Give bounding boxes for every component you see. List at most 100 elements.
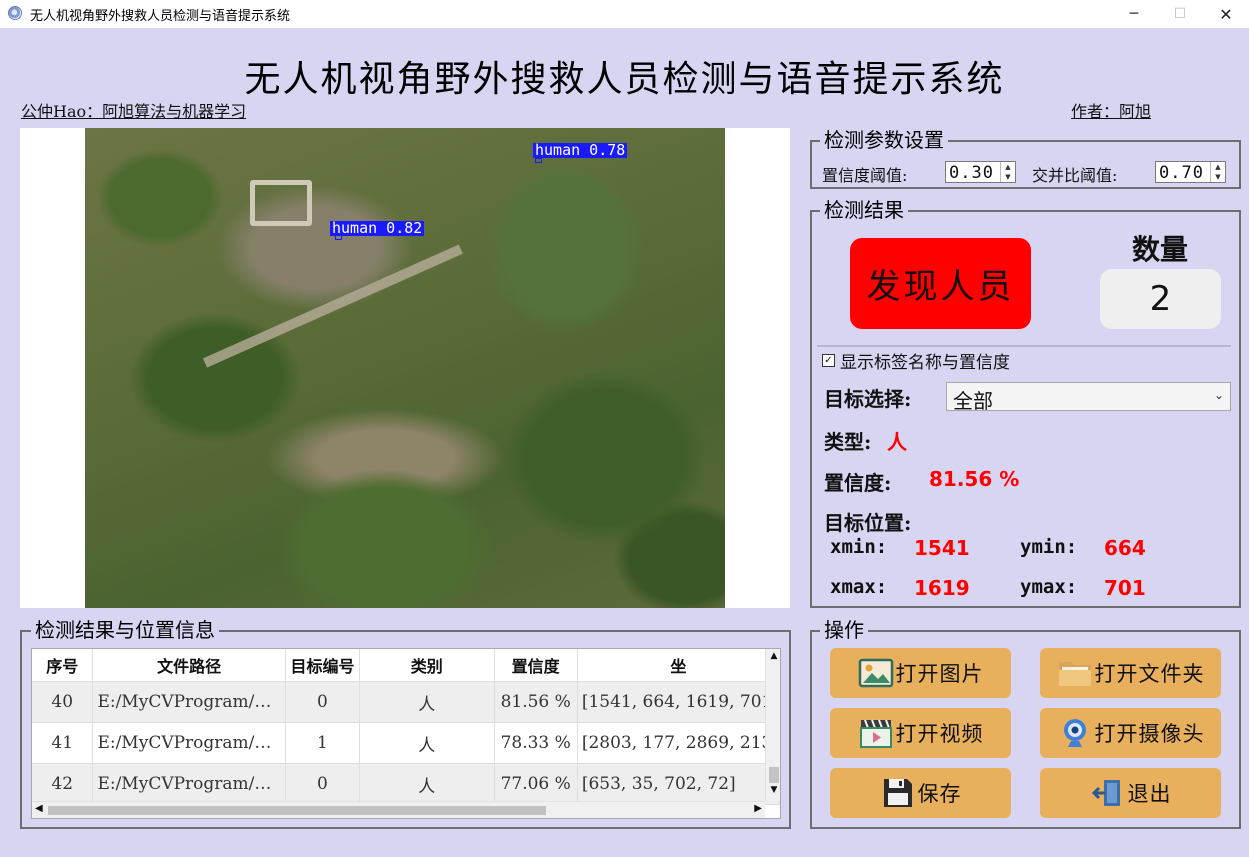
close-icon: ✕ xyxy=(1219,4,1233,24)
scroll-down-icon[interactable]: ▼ xyxy=(766,785,780,795)
window-title: 无人机视角野外搜救人员检测与语音提示系统 xyxy=(30,9,291,24)
open-camera-label: 打开摄像头 xyxy=(1094,722,1205,746)
checkbox-icon[interactable]: ✓ xyxy=(822,354,835,367)
image-display: human 0.78 human 0.82 xyxy=(20,128,790,608)
up-arrow-icon[interactable]: ▲ xyxy=(1211,162,1225,172)
aerial-photo: human 0.78 human 0.82 xyxy=(85,128,725,608)
target-position-label: 目标位置: xyxy=(824,511,912,535)
table-row[interactable]: 41 E:/MyCVProgram/… 1 人 78.33 % [2803, 1… xyxy=(32,722,780,764)
results-grid: 序号 文件路径 目标编号 类别 置信度 坐 40 E:/MyCVProgram/… xyxy=(32,649,780,805)
cell-path: E:/MyCVProgram/… xyxy=(92,722,286,764)
operations-title: 操作 xyxy=(820,619,868,641)
cell-class: 人 xyxy=(359,722,495,764)
scroll-up-icon[interactable]: ▲ xyxy=(766,651,780,661)
cell-path: E:/MyCVProgram/… xyxy=(92,763,286,805)
cell-coords: [653, 35, 702, 72] xyxy=(577,763,780,805)
cell-target-id: 0 xyxy=(285,681,361,723)
show-labels-text: 显示标签名称与置信度 xyxy=(840,353,1010,373)
horizontal-scrollbar[interactable]: ◀ ▶ xyxy=(32,801,765,818)
spin-arrows[interactable]: ▲ ▼ xyxy=(1210,162,1225,182)
found-person-badge: 发现人员 xyxy=(850,238,1031,329)
minimize-button[interactable]: ─ xyxy=(1111,0,1157,28)
detection-label: human 0.78 xyxy=(533,141,628,159)
xmax-value: 1619 xyxy=(914,576,970,600)
minimize-icon: ─ xyxy=(1129,6,1139,22)
table-row[interactable]: 42 E:/MyCVProgram/… 0 人 77.06 % [653, 35… xyxy=(32,763,780,805)
ruin-wall xyxy=(250,180,312,226)
cell-class: 人 xyxy=(359,681,495,723)
cell-target-id: 1 xyxy=(285,722,361,764)
save-label: 保存 xyxy=(917,782,962,806)
target-select-value: 全部 xyxy=(953,389,993,413)
close-button[interactable]: ✕ xyxy=(1203,0,1249,28)
save-button[interactable]: 保存 xyxy=(830,768,1011,818)
exit-label: 退出 xyxy=(1127,782,1172,806)
open-image-button[interactable]: 打开图片 xyxy=(830,648,1011,698)
target-select-label: 目标选择: xyxy=(824,387,912,411)
down-arrow-icon[interactable]: ▼ xyxy=(1001,172,1015,182)
detection-box xyxy=(335,235,342,240)
cell-coords: [1541, 664, 1619, 701] xyxy=(577,681,780,723)
col-header-coords[interactable]: 坐 xyxy=(577,649,780,682)
cell-index: 40 xyxy=(32,681,94,723)
ymin-value: 664 xyxy=(1104,536,1146,560)
up-arrow-icon[interactable]: ▲ xyxy=(1001,162,1015,172)
results-table[interactable]: 序号 文件路径 目标编号 类别 置信度 坐 40 E:/MyCVProgram/… xyxy=(31,648,781,819)
open-video-button[interactable]: 打开视频 xyxy=(830,708,1011,758)
col-header-path[interactable]: 文件路径 xyxy=(92,649,286,682)
maximize-button[interactable]: ☐ xyxy=(1157,0,1203,28)
table-header-row: 序号 文件路径 目标编号 类别 置信度 坐 xyxy=(32,649,780,682)
video-icon xyxy=(859,719,892,748)
vertical-scrollbar[interactable]: ▲ ▼ xyxy=(765,649,780,801)
scroll-thumb[interactable] xyxy=(48,806,546,815)
ymax-label: ymax: xyxy=(1020,576,1078,598)
spin-arrows[interactable]: ▲ ▼ xyxy=(1000,162,1015,182)
cell-index: 41 xyxy=(32,722,94,764)
detection-label: human 0.82 xyxy=(330,219,425,237)
ymin-label: ymin: xyxy=(1020,536,1078,558)
scroll-right-icon[interactable]: ▶ xyxy=(754,803,762,814)
conf-threshold-label: 置信度阈值: xyxy=(822,166,908,185)
cell-coords: [2803, 177, 2869, 213] xyxy=(577,722,780,764)
type-label: 类型: xyxy=(824,430,872,454)
cell-confidence: 77.06 % xyxy=(494,763,578,805)
cell-index: 42 xyxy=(32,763,94,805)
maximize-icon: ☐ xyxy=(1173,6,1187,22)
scroll-thumb[interactable] xyxy=(769,767,779,783)
exit-door-icon xyxy=(1091,780,1120,806)
exit-button[interactable]: 退出 xyxy=(1040,768,1221,818)
col-header-confidence[interactable]: 置信度 xyxy=(494,649,578,682)
confidence-value: 81.56 % xyxy=(929,467,1020,491)
open-folder-button[interactable]: 打开文件夹 xyxy=(1040,648,1221,698)
cell-confidence: 81.56 % xyxy=(494,681,578,723)
xmin-label: xmin: xyxy=(830,536,888,558)
ymax-value: 701 xyxy=(1104,576,1146,600)
table-row[interactable]: 40 E:/MyCVProgram/… 0 人 81.56 % [1541, 6… xyxy=(32,681,780,723)
iou-threshold-spinbox[interactable]: 0.70 ▲ ▼ xyxy=(1155,161,1226,183)
detection-box xyxy=(535,158,542,163)
scroll-left-icon[interactable]: ◀ xyxy=(35,803,43,814)
open-camera-button[interactable]: 打开摄像头 xyxy=(1040,708,1221,758)
conf-threshold-spinbox[interactable]: 0.30 ▲ ▼ xyxy=(945,161,1016,183)
cell-class: 人 xyxy=(359,763,495,805)
col-header-target-id[interactable]: 目标编号 xyxy=(285,649,361,682)
divider xyxy=(817,345,1231,347)
trail xyxy=(202,244,463,368)
target-select-dropdown[interactable]: 全部 ⌄ xyxy=(946,382,1231,413)
params-title: 检测参数设置 xyxy=(820,129,948,151)
page-title: 无人机视角野外搜救人员检测与语音提示系统 xyxy=(244,59,1005,100)
col-header-class[interactable]: 类别 xyxy=(359,649,495,682)
webcam-icon xyxy=(1063,719,1086,747)
iou-threshold-value: 0.70 xyxy=(1159,163,1204,183)
xmax-label: xmax: xyxy=(830,576,888,598)
count-label: 数量 xyxy=(1131,233,1188,266)
image-icon xyxy=(858,658,893,688)
show-labels-checkbox[interactable]: ✓ 显示标签名称与置信度 xyxy=(822,348,1010,373)
confidence-label: 置信度: xyxy=(824,471,892,495)
col-header-index[interactable]: 序号 xyxy=(32,649,94,682)
cell-target-id: 0 xyxy=(285,763,361,805)
app-icon xyxy=(8,6,22,20)
iou-threshold-label: 交并比阈值: xyxy=(1032,166,1118,185)
count-value: 2 xyxy=(1100,269,1221,329)
down-arrow-icon[interactable]: ▼ xyxy=(1211,172,1225,182)
